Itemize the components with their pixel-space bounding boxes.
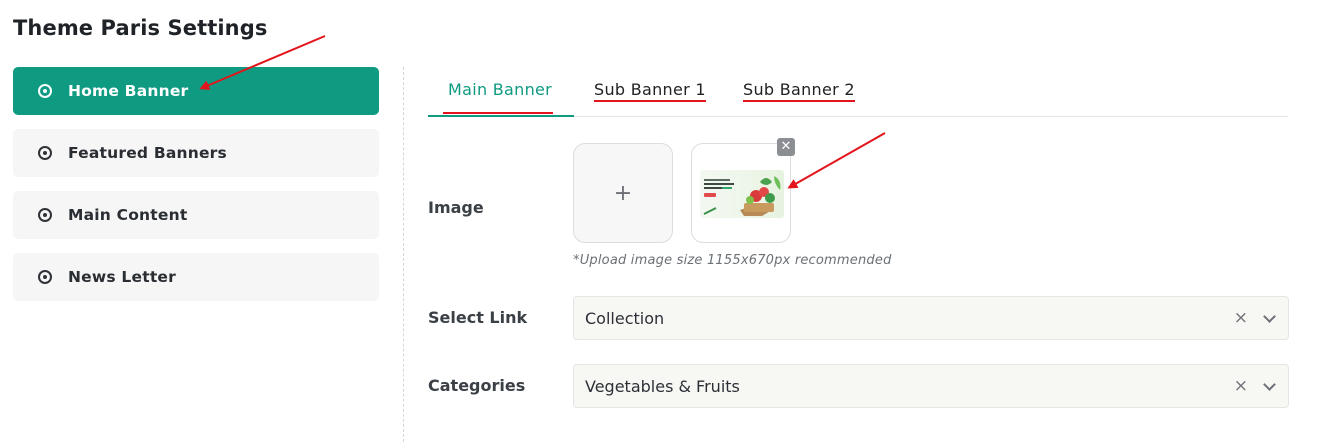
- vertical-divider: [403, 67, 404, 442]
- chevron-down-icon[interactable]: [1263, 310, 1276, 323]
- select-link-value: Collection: [585, 309, 665, 328]
- sidebar-item-label: Main Content: [68, 206, 188, 224]
- categories-dropdown[interactable]: Vegetables & Fruits ×: [573, 364, 1289, 408]
- sidebar-item-home-banner[interactable]: Home Banner: [13, 67, 379, 115]
- sidebar-item-label: Featured Banners: [68, 144, 227, 162]
- page-title: Theme Paris Settings: [13, 16, 268, 40]
- annotation-arrow: [787, 132, 886, 189]
- annotation-underline: [443, 112, 553, 114]
- banner-tabs: Main Banner Sub Banner 1 Sub Banner 2: [428, 67, 1288, 117]
- radio-dot-icon: [38, 270, 52, 284]
- sidebar-item-label: News Letter: [68, 268, 176, 286]
- sidebar-item-featured-banners[interactable]: Featured Banners: [13, 129, 379, 177]
- upload-hint: *Upload image size 1155x670px recommende…: [573, 253, 892, 268]
- image-upload-button[interactable]: +: [573, 143, 673, 243]
- categories-label: Categories: [428, 376, 526, 395]
- chevron-down-icon[interactable]: [1263, 378, 1276, 391]
- banner-thumbnail-image: [700, 170, 784, 218]
- annotation-underline: [743, 100, 855, 102]
- categories-value: Vegetables & Fruits: [585, 377, 740, 396]
- annotation-underline: [594, 100, 706, 102]
- tab-label: Main Banner: [448, 80, 553, 99]
- active-tab-indicator: [428, 115, 574, 117]
- sidebar-item-main-content[interactable]: Main Content: [13, 191, 379, 239]
- plus-icon: +: [613, 180, 633, 206]
- remove-image-button[interactable]: ✕: [777, 138, 795, 156]
- radio-dot-icon: [38, 84, 52, 98]
- sidebar-item-news-letter[interactable]: News Letter: [13, 253, 379, 301]
- uploaded-image-thumbnail[interactable]: ✕: [691, 138, 795, 243]
- settings-sidebar: Home Banner Featured Banners Main Conten…: [13, 67, 379, 315]
- tab-sub-banner-1[interactable]: Sub Banner 1: [594, 80, 706, 102]
- radio-dot-icon: [38, 208, 52, 222]
- select-link-dropdown[interactable]: Collection ×: [573, 296, 1289, 340]
- select-link-label: Select Link: [428, 308, 528, 327]
- clear-icon[interactable]: ×: [1234, 376, 1248, 396]
- radio-dot-icon: [38, 146, 52, 160]
- image-label: Image: [428, 198, 484, 217]
- tab-label: Sub Banner 1: [594, 80, 706, 99]
- sidebar-item-label: Home Banner: [68, 82, 189, 100]
- tab-main-banner[interactable]: Main Banner: [448, 80, 552, 99]
- tab-sub-banner-2[interactable]: Sub Banner 2: [743, 80, 855, 102]
- clear-icon[interactable]: ×: [1234, 308, 1248, 328]
- tab-label: Sub Banner 2: [743, 80, 855, 99]
